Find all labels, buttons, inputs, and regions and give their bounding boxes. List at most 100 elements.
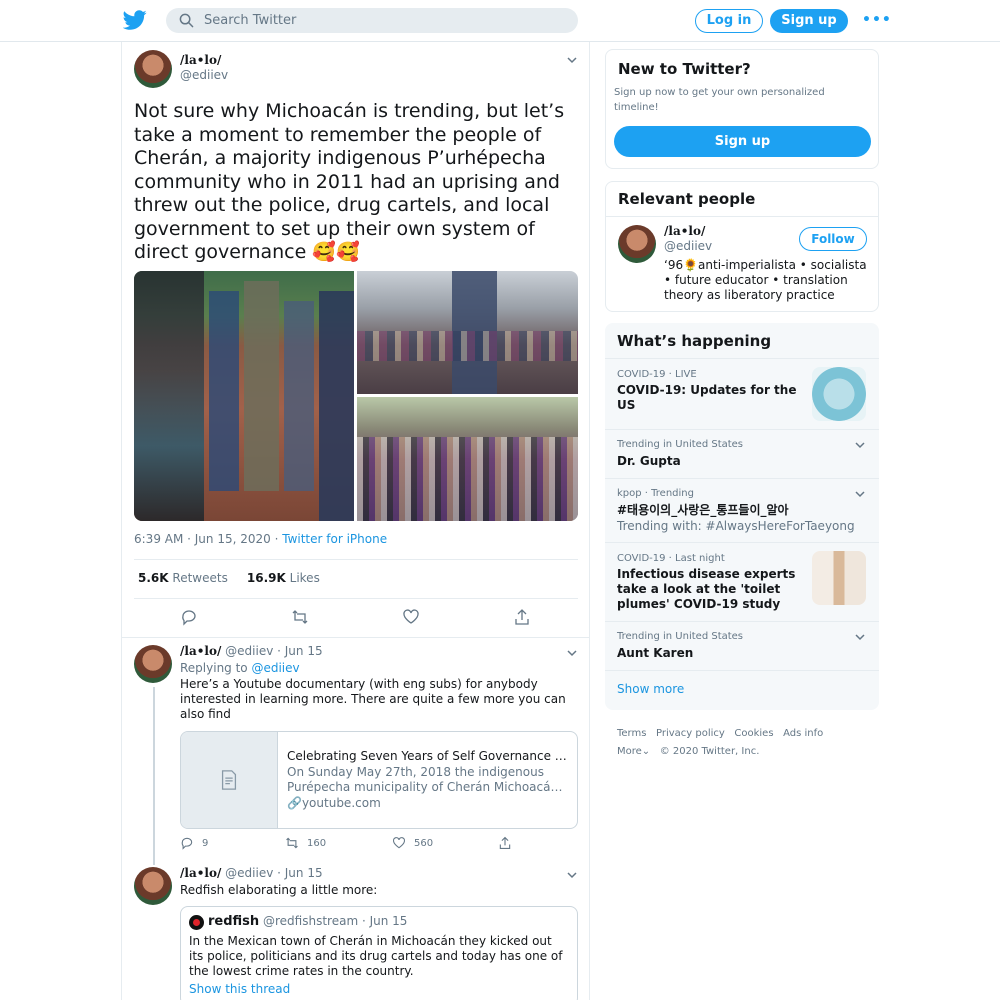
reply-author-meta[interactable]: @ediiev · Jun 15 [225, 644, 322, 658]
reply-icon[interactable] [180, 836, 194, 850]
divider [606, 216, 878, 217]
trend-context: Trending in United States [617, 439, 744, 450]
tweet-text: Not sure why Michoacán is trending, but … [134, 100, 565, 263]
trend-name: Dr. Gupta [617, 454, 681, 468]
likes-stat[interactable]: 16.9K Likes [247, 571, 320, 585]
redfish-avatar [189, 915, 204, 930]
login-button[interactable]: Log in [695, 9, 763, 33]
footer-link-privacy[interactable]: Privacy policy [656, 728, 725, 739]
quoted-author-meta: @redfishstream · Jun 15 [263, 914, 408, 928]
new-to-twitter-desc: Sign up now to get your own personalized… [614, 87, 825, 113]
trend-item[interactable]: Trending in United States Aunt Karen [605, 621, 879, 670]
footer-links: Terms Privacy policy Cookies Ads info Mo… [617, 725, 877, 761]
footer-link-terms[interactable]: Terms [617, 728, 646, 739]
trend-item[interactable]: Trending in United States Dr. Gupta [605, 429, 879, 478]
chevron-down-icon[interactable] [854, 488, 866, 500]
share-icon[interactable] [498, 836, 512, 850]
link-card[interactable]: Celebrating Seven Years of Self Governan… [180, 731, 578, 829]
show-more-link[interactable]: Show more [617, 682, 684, 696]
whats-happening-panel: What’s happening COVID-19 · LIVE COVID-1… [605, 323, 879, 710]
share-icon[interactable] [513, 608, 531, 626]
photo-militia[interactable] [134, 271, 354, 521]
reply-header: /la•lo/ @ediiev · Jun 15 [180, 866, 323, 880]
reply-author-meta[interactable]: @ediiev · Jun 15 [225, 866, 322, 880]
replying-to-link[interactable]: @ediiev [251, 661, 299, 675]
reply-header: /la•lo/ @ediiev · Jun 15 [180, 644, 323, 658]
tweet-media-grid[interactable] [134, 271, 578, 521]
retweet-icon[interactable] [291, 608, 309, 626]
whats-happening-title: What’s happening [617, 332, 772, 350]
chevron-down-icon[interactable] [854, 631, 866, 643]
tweet-stats: 5.6K Retweets 16.9K Likes [138, 571, 320, 585]
relevant-people-title: Relevant people [618, 190, 756, 208]
like-count: 560 [414, 838, 434, 849]
trend-item[interactable]: kpop · Trending #태용이의_사랑은_통프들이_알아 Trendi… [605, 478, 879, 542]
replying-to: Replying to @ediiev [180, 661, 300, 675]
tweet-actions [134, 608, 578, 628]
trend-context: Trending in United States [617, 631, 744, 642]
trend-name: #태용이의_사랑은_통프들이_알아 [617, 503, 789, 517]
trend-item[interactable]: COVID-19 · Last night Infectious disease… [605, 542, 879, 621]
card-thumbnail [181, 732, 278, 828]
chevron-down-icon[interactable] [854, 439, 866, 451]
main-column: /la•lo/ @ediiev Not sure why Michoacán i… [121, 42, 590, 1000]
trend-thumbnail-mask [812, 367, 866, 421]
trend-item[interactable]: COVID-19 · LIVE COVID-19: Updates for th… [605, 358, 879, 429]
avatar[interactable] [134, 50, 172, 88]
photo-crowd-line[interactable] [357, 271, 578, 394]
tweet-source-link[interactable]: Twitter for iPhone [282, 532, 387, 546]
divider [134, 559, 578, 560]
chevron-down-icon[interactable] [566, 647, 578, 659]
quoted-author-name: redfish [208, 914, 260, 929]
retweet-icon[interactable] [285, 836, 299, 850]
follow-button[interactable]: Follow [799, 227, 867, 251]
search-bar[interactable] [166, 8, 578, 33]
reply-author-name[interactable]: /la•lo/ [180, 866, 221, 880]
new-to-twitter-panel: New to Twitter? Sign up now to get your … [605, 49, 879, 169]
quoted-tweet[interactable]: redfish @redfishstream · Jun 15 In the M… [180, 906, 578, 1000]
card-link: 🔗youtube.com [287, 796, 381, 810]
thread-line [153, 687, 155, 865]
show-thread-link[interactable]: Show this thread [189, 982, 290, 996]
divider [605, 670, 879, 671]
chevron-down-icon[interactable] [566, 54, 578, 66]
person-name[interactable]: /la•lo/ [664, 224, 705, 238]
search-input[interactable] [204, 8, 564, 33]
retweets-stat[interactable]: 5.6K Retweets [138, 571, 228, 585]
author-handle[interactable]: @ediiev [180, 68, 228, 82]
chevron-down-icon: ⌄ [641, 746, 651, 757]
reply-text: Here’s a Youtube documentary (with eng s… [180, 677, 566, 721]
document-icon [221, 770, 237, 790]
photo-crowd-women[interactable] [357, 397, 578, 521]
trend-name: Aunt Karen [617, 646, 694, 660]
avatar[interactable] [134, 645, 172, 683]
person-handle[interactable]: @ediiev [664, 239, 712, 253]
reply-author-name[interactable]: /la•lo/ [180, 644, 221, 658]
trend-context: kpop · Trending [617, 488, 694, 499]
like-icon[interactable] [392, 836, 406, 850]
twitter-logo-icon[interactable] [123, 8, 147, 32]
relevant-people-panel: Relevant people /la•lo/ @ediiev Follow ‘… [605, 181, 879, 312]
author-name[interactable]: /la•lo/ [180, 53, 221, 67]
trend-extra: Trending with: #AlwaysHereForTaeyong [617, 519, 855, 533]
avatar[interactable] [134, 867, 172, 905]
tweet-time[interactable]: 6:39 AM · Jun 15, 2020 · [134, 532, 282, 546]
quoted-text: In the Mexican town of Cherán in Michoac… [189, 934, 563, 978]
trend-context: COVID-19 · Last night [617, 553, 725, 564]
trend-name: Infectious disease experts take a look a… [617, 567, 796, 611]
like-icon[interactable] [402, 608, 420, 626]
more-options-icon[interactable]: ••• [862, 12, 891, 30]
chevron-down-icon[interactable] [566, 869, 578, 881]
trend-context: COVID-19 · LIVE [617, 369, 697, 380]
card-description: On Sunday May 27th, 2018 the indigenous … [287, 765, 569, 794]
footer-more-dropdown[interactable]: More⌄ [617, 746, 650, 757]
person-bio: ‘96🌻anti-imperialista • socialista • fut… [664, 258, 867, 302]
trend-name: COVID-19: Updates for the US [617, 383, 797, 412]
footer-link-cookies[interactable]: Cookies [734, 728, 773, 739]
signup-button[interactable]: Sign up [770, 9, 848, 33]
sidebar-signup-button[interactable]: Sign up [614, 126, 871, 157]
footer-link-ads[interactable]: Ads info [783, 728, 823, 739]
reply-icon[interactable] [180, 608, 198, 626]
avatar[interactable] [618, 225, 656, 263]
divider [121, 637, 590, 638]
